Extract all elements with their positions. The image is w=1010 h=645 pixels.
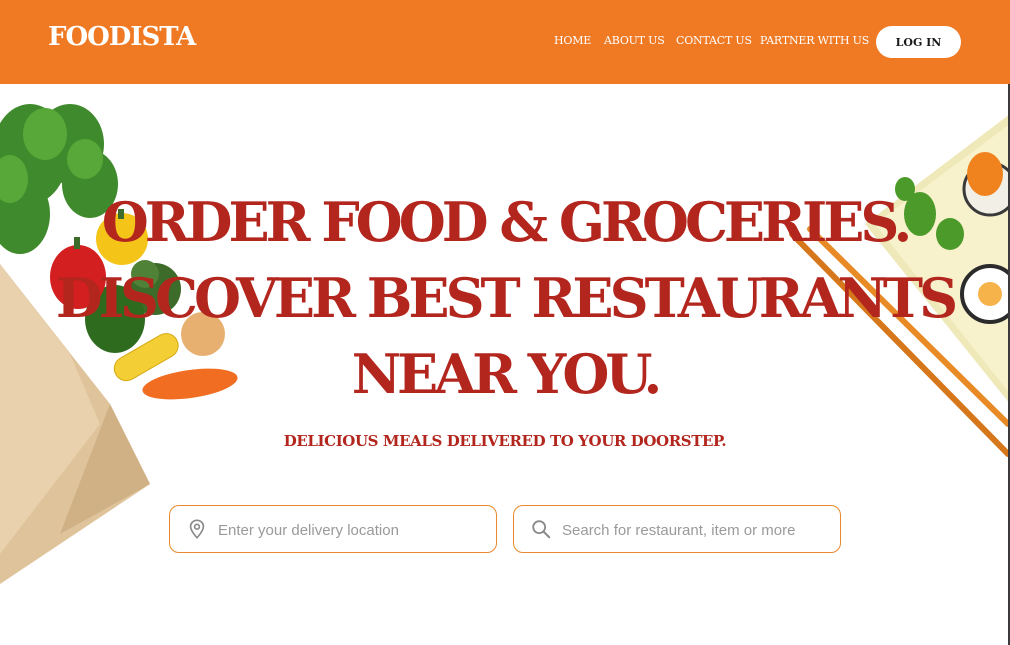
nav-item-contact-us[interactable]: CONTACT US <box>676 34 752 47</box>
hero-title: ORDER FOOD & GROCERIES. DISCOVER BEST RE… <box>0 184 1010 412</box>
delivery-location-input[interactable] <box>216 516 488 544</box>
navbar: FOODISTA HOME ABOUT US CONTACT US PARTNE… <box>0 0 1010 84</box>
hero-title-line-3: NEAR YOU. <box>351 342 663 406</box>
hero-subtitle: DELICIOUS MEALS DELIVERED TO YOUR DOORST… <box>283 432 727 450</box>
location-pin-icon <box>189 519 205 539</box>
nav-item-about-us[interactable]: ABOUT US <box>604 34 665 47</box>
hero-section: ORDER FOOD & GROCERIES. DISCOVER BEST RE… <box>0 84 1010 645</box>
nav-item-partner-with-us[interactable]: PARTNER WITH US <box>760 34 869 47</box>
delivery-location-field[interactable] <box>169 505 497 553</box>
restaurant-search-field[interactable] <box>513 505 841 553</box>
login-button[interactable]: LOG IN <box>876 26 961 58</box>
brand-logo[interactable]: FOODISTA <box>48 22 196 52</box>
hero-title-line-1: ORDER FOOD & GROCERIES. <box>101 190 913 254</box>
hero-title-line-2: DISCOVER BEST RESTAURANTS <box>55 266 958 330</box>
search-icon <box>532 520 551 539</box>
nav-item-home[interactable]: HOME <box>554 34 591 47</box>
restaurant-search-input[interactable] <box>560 516 832 544</box>
